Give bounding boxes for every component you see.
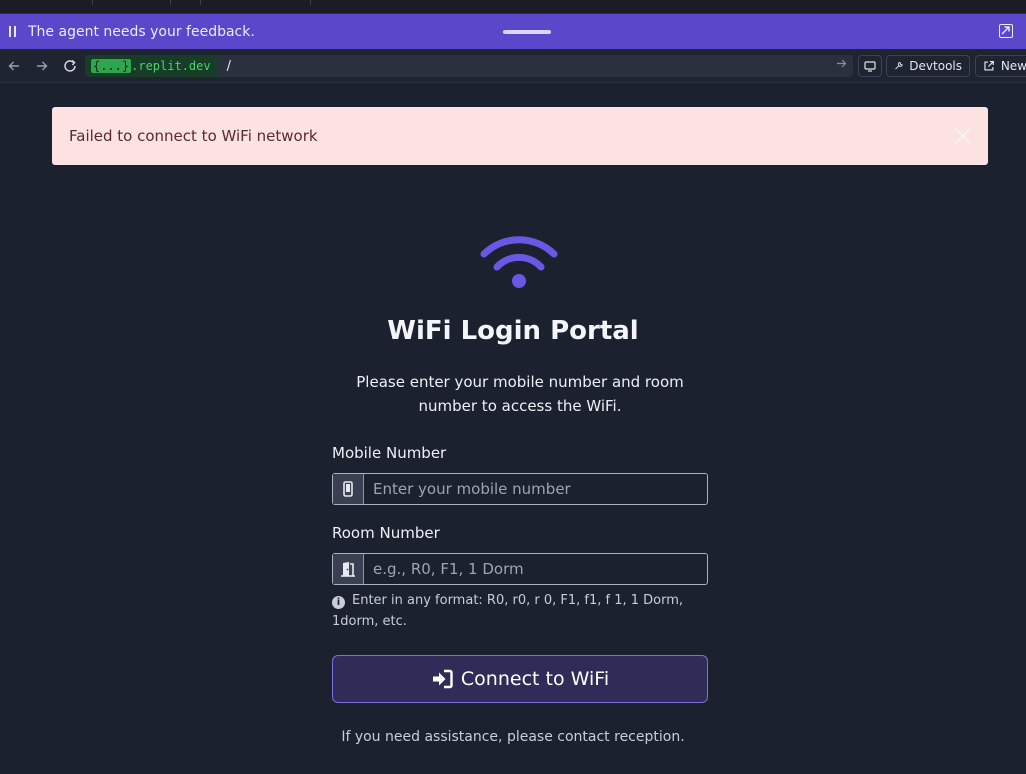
mobile-field bbox=[332, 473, 708, 505]
pause-icon[interactable] bbox=[0, 14, 24, 49]
page-subtitle: Please enter your mobile number and room… bbox=[356, 373, 684, 415]
tab-segment[interactable] bbox=[200, 0, 310, 5]
external-link-icon bbox=[984, 60, 994, 71]
screen-button[interactable] bbox=[858, 55, 882, 77]
error-alert: Failed to connect to WiFi network bbox=[52, 107, 988, 165]
domain-chip: {...} .replit.dev bbox=[85, 55, 217, 77]
connect-label: Connect to WiFi bbox=[460, 668, 610, 690]
agent-feedback-bar: The agent needs your feedback. bbox=[0, 14, 1026, 49]
info-icon: i bbox=[332, 596, 345, 609]
room-input[interactable] bbox=[364, 554, 707, 584]
drag-handle[interactable] bbox=[503, 30, 551, 34]
page-title: WiFi Login Portal bbox=[387, 316, 639, 346]
browser-url-bar: {...} .replit.dev / Devtools New bbox=[0, 49, 1026, 83]
mobile-input[interactable] bbox=[364, 474, 707, 504]
sign-in-icon bbox=[432, 669, 453, 689]
screen-icon bbox=[864, 61, 876, 72]
wifi-icon bbox=[480, 236, 558, 288]
door-icon bbox=[333, 554, 364, 584]
room-hint-text: Enter in any format: R0, r0, r 0, F1, f1… bbox=[332, 593, 684, 629]
forward-arrow-icon[interactable] bbox=[836, 58, 847, 73]
devtools-label: Devtools bbox=[909, 59, 962, 73]
back-icon[interactable] bbox=[0, 49, 28, 83]
new-tab-button[interactable]: New bbox=[975, 55, 1026, 77]
forward-icon[interactable] bbox=[28, 49, 56, 83]
assistance-note: If you need assistance, please contact r… bbox=[341, 729, 685, 745]
phone-icon bbox=[333, 474, 364, 504]
tab-segment[interactable] bbox=[92, 0, 170, 5]
close-icon[interactable] bbox=[954, 127, 972, 145]
domain-rest: .replit.dev bbox=[131, 59, 211, 73]
connect-button[interactable]: Connect to WiFi bbox=[332, 655, 708, 703]
wrench-icon bbox=[895, 62, 903, 70]
reload-icon[interactable] bbox=[56, 49, 84, 83]
new-tab-label: New bbox=[1000, 59, 1026, 73]
mobile-label: Mobile Number bbox=[332, 444, 447, 462]
browser-tab-strip bbox=[0, 0, 1026, 14]
address-bar[interactable]: {...} .replit.dev / bbox=[85, 55, 853, 77]
devtools-button[interactable]: Devtools bbox=[886, 55, 970, 77]
url-path[interactable]: / bbox=[227, 59, 231, 74]
tab-segment[interactable] bbox=[170, 0, 200, 5]
room-label: Room Number bbox=[332, 524, 440, 542]
tab-segment[interactable] bbox=[310, 0, 1026, 5]
domain-brace: {...} bbox=[91, 59, 132, 73]
alert-message: Failed to connect to WiFi network bbox=[69, 127, 318, 145]
agent-message: The agent needs your feedback. bbox=[28, 23, 255, 40]
expand-icon[interactable] bbox=[999, 24, 1013, 38]
room-hint: i Enter in any format: R0, r0, r 0, F1, f… bbox=[332, 590, 712, 632]
room-field bbox=[332, 553, 708, 585]
